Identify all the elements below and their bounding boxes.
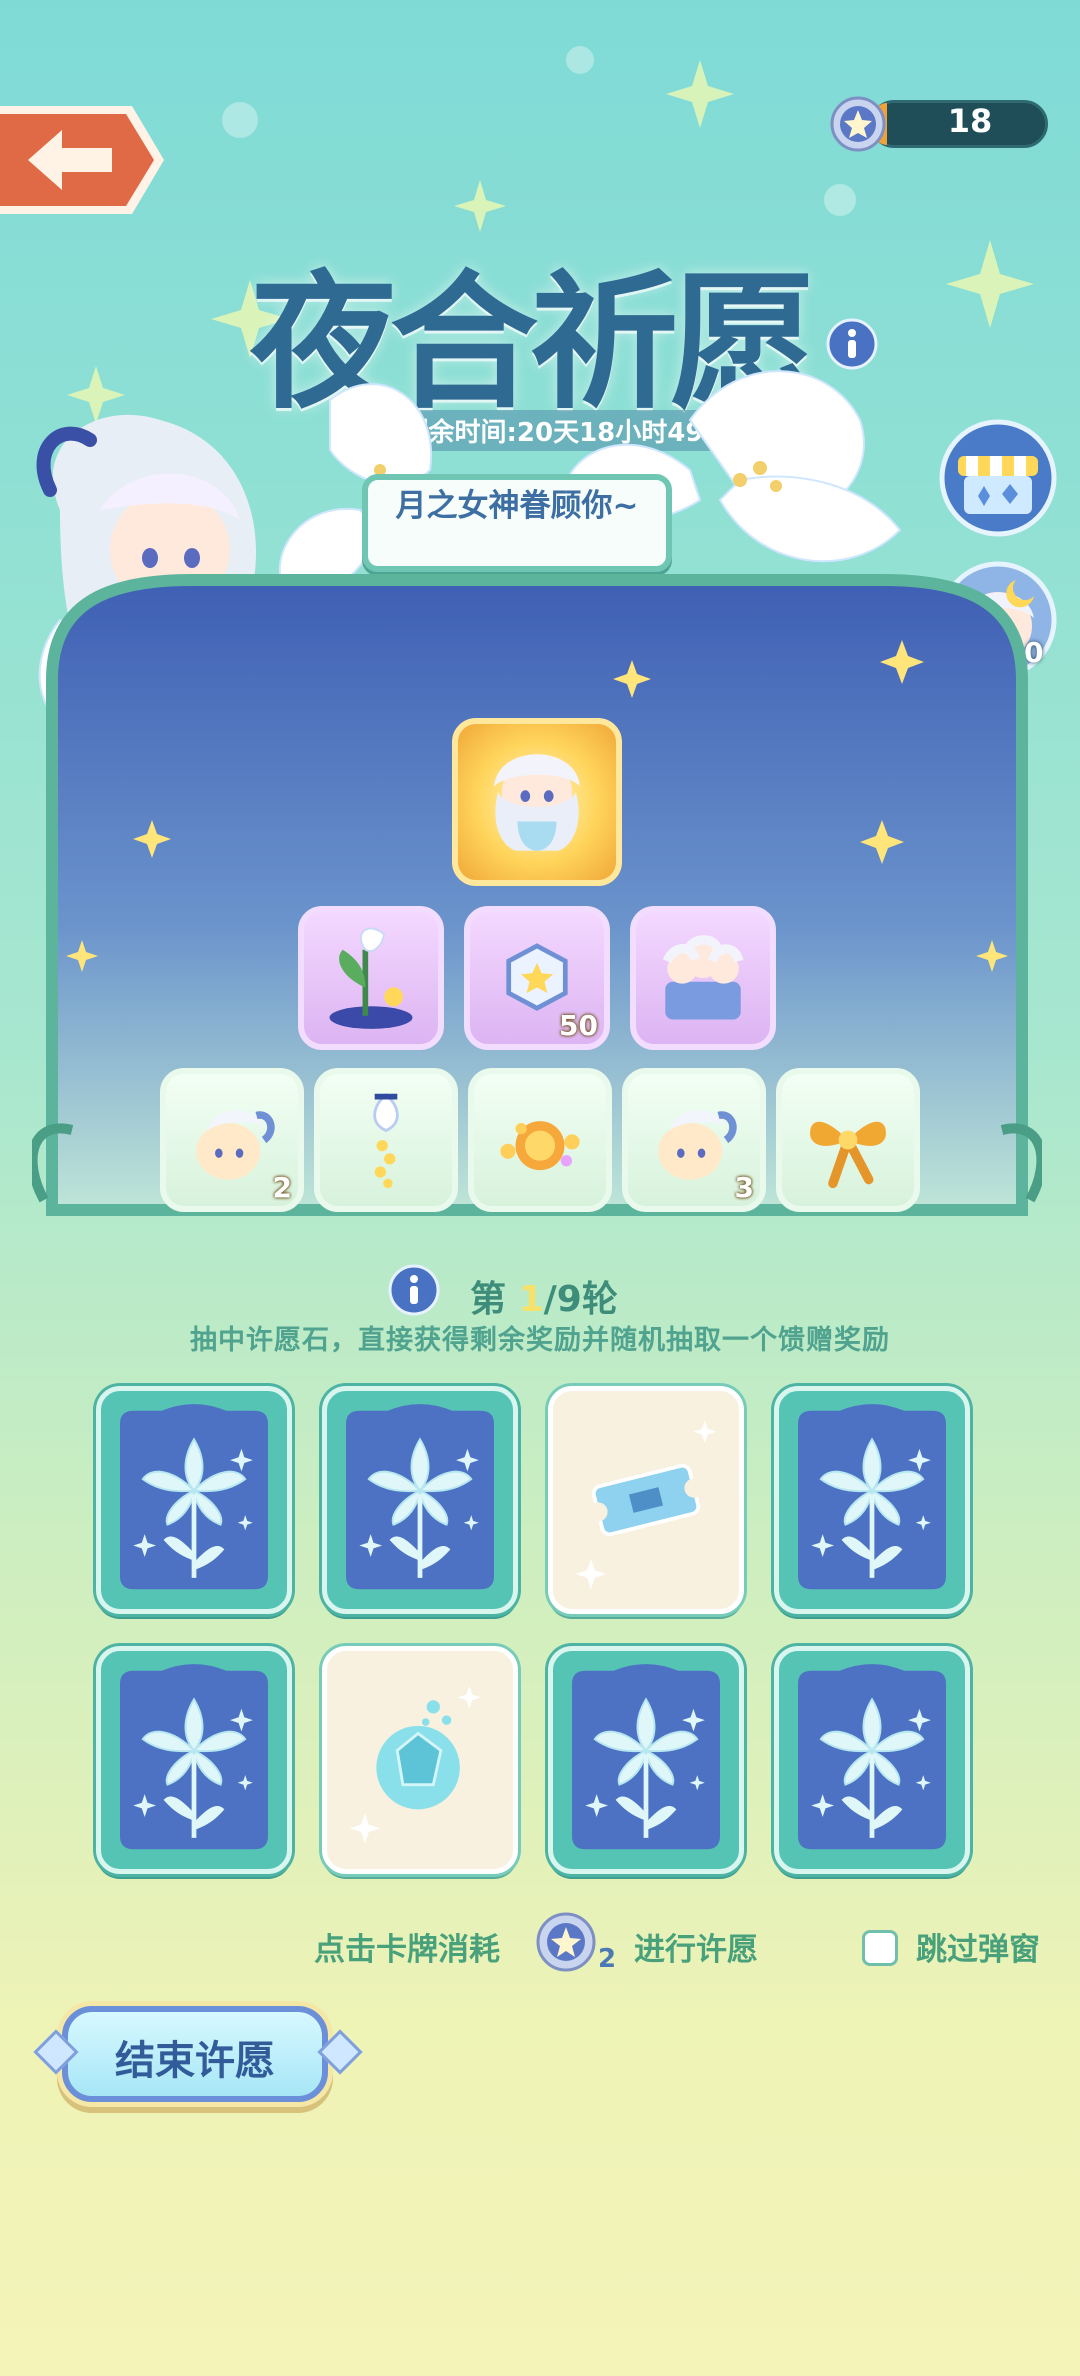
currency-display: 18 xyxy=(830,96,1050,152)
prize-count: 3 xyxy=(734,1171,754,1204)
end-wish-label: 结束许愿 xyxy=(115,2038,275,2084)
event-slogan: 月之女神眷顾你~ xyxy=(362,474,672,572)
wish-card[interactable] xyxy=(774,1646,970,1874)
round-prefix: 第 xyxy=(470,1279,507,1320)
prize-tile-moon-egg[interactable]: 2 xyxy=(160,1068,304,1212)
prize-count: 50 xyxy=(559,1009,598,1042)
lily-card-back-icon xyxy=(779,1651,965,1869)
lily-card-back-icon xyxy=(327,1391,513,1609)
wish-card[interactable] xyxy=(774,1386,970,1614)
skip-popup-checkbox[interactable] xyxy=(862,1930,898,1966)
wish-instruction-right: 进行许愿 xyxy=(634,1932,758,1968)
prize-tile-moon-egg[interactable]: 3 xyxy=(622,1068,766,1212)
wish-card-revealed xyxy=(548,1386,744,1614)
back-button[interactable] xyxy=(0,100,168,220)
lily-plant-icon xyxy=(329,927,413,1029)
lily-card-back-icon xyxy=(553,1651,739,1869)
lily-card-back-icon xyxy=(101,1651,287,1869)
grand-prize-tile[interactable] xyxy=(452,718,622,886)
wish-card[interactable] xyxy=(96,1386,292,1614)
prize-board: 50 2 3 xyxy=(32,560,1042,1260)
prize-tile-figure-cake[interactable] xyxy=(630,906,776,1050)
currency-value: 18 xyxy=(947,102,993,140)
round-suffix: /9轮 xyxy=(543,1279,618,1320)
lily-card-back-icon xyxy=(779,1391,965,1609)
wish-card[interactable] xyxy=(322,1386,518,1614)
lily-card-back-icon xyxy=(101,1391,287,1609)
shop-icon[interactable] xyxy=(936,418,1060,538)
wish-card[interactable] xyxy=(96,1646,292,1874)
golden-charm-icon xyxy=(500,1121,580,1171)
wish-stone-icon xyxy=(349,1685,481,1844)
wish-cost: 2 xyxy=(598,1944,617,1974)
golden-bow-icon xyxy=(810,1121,886,1189)
prize-tile-golden-charm[interactable] xyxy=(468,1068,612,1212)
prize-tile-golden-bow[interactable] xyxy=(776,1068,920,1212)
prize-count: 2 xyxy=(272,1171,292,1204)
wish-card[interactable] xyxy=(548,1646,744,1874)
wish-card-revealed xyxy=(322,1646,518,1874)
star-coin-icon xyxy=(830,96,886,152)
round-indicator: 第 1/9轮 xyxy=(470,1270,730,1322)
prize-tile-lily-plant[interactable] xyxy=(298,906,444,1050)
prize-tile-lily-pendant[interactable] xyxy=(314,1068,458,1212)
end-wish-button[interactable]: 结束许愿 xyxy=(33,2000,363,2112)
game-screen: 18 夜合祈愿 活动剩余时间:20天18小时49分 月之女神眷顾你~ 0 50 … xyxy=(0,0,1080,2376)
figure-cake-icon xyxy=(662,935,744,1020)
prize-tile-star-badge[interactable]: 50 xyxy=(464,906,610,1050)
ticket-icon xyxy=(575,1420,717,1590)
round-rule: 抽中许愿石，直接获得剩余奖励并随机抽取一个馈赠奖励 xyxy=(190,1325,890,1356)
skip-popup-label[interactable]: 跳过弹窗 xyxy=(916,1924,1040,1969)
round-current: 1 xyxy=(518,1279,544,1320)
goddess-figure-icon xyxy=(494,754,580,851)
wish-instruction-left: 点击卡牌消耗 xyxy=(314,1932,500,1968)
star-coin-icon xyxy=(536,1912,596,1972)
lily-pendant-icon xyxy=(373,1092,399,1189)
info-icon[interactable] xyxy=(388,1264,440,1316)
